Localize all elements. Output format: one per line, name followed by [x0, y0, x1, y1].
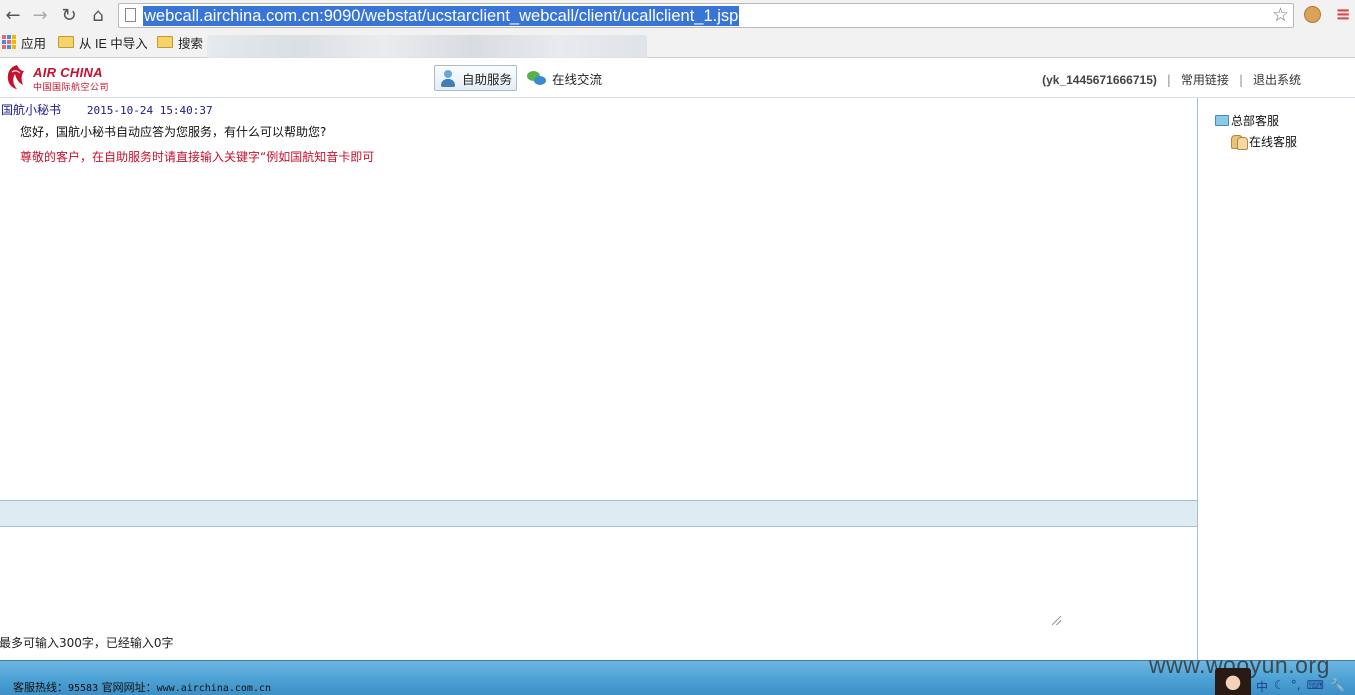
phoenix-logo-icon — [7, 65, 24, 89]
bookmark-ie-import[interactable]: 从 IE 中导入 — [58, 33, 148, 51]
air-china-logo: AIR CHINA 中国国际航空公司 — [3, 63, 109, 93]
logo-text: AIR CHINA — [33, 65, 103, 80]
message-sender: 国航小秘书 — [1, 103, 62, 117]
site-label: 官网网址： — [101, 681, 157, 694]
tab-online-chat[interactable]: 在线交流 — [523, 65, 606, 91]
bookmark-search[interactable]: 搜索 — [157, 33, 203, 51]
bookmarks-bar: 应用 从 IE 中导入 搜索 — [0, 31, 1355, 53]
tree-node-label: 在线客服 — [1249, 135, 1298, 149]
ime-keyboard-icon[interactable]: ⌨ — [1307, 678, 1324, 695]
bookmark-label: 搜索 — [178, 36, 204, 51]
tab-label: 在线交流 — [552, 71, 603, 87]
tab-label: 自助服务 — [462, 71, 513, 87]
logo-subtext: 中国国际航空公司 — [33, 83, 110, 93]
service-tree-panel: 总部客服 在线客服 — [1197, 98, 1355, 660]
site-url[interactable]: www.airchina.com.cn — [157, 683, 271, 694]
url-text[interactable]: webcall.airchina.com.cn:9090/webstat/ucs… — [143, 6, 740, 26]
message-header: 国航小秘书 2015-10-24 15:40:37 — [1, 101, 213, 118]
avatar — [1215, 668, 1251, 695]
ime-tool-icon[interactable]: 🔧 — [1330, 678, 1345, 695]
tree-node-online-service[interactable]: 在线客服 — [1230, 133, 1297, 150]
menu-icon[interactable]: ≡ — [1333, 4, 1353, 25]
message-input[interactable] — [0, 527, 1062, 626]
apps-icon — [2, 35, 16, 49]
reload-icon[interactable]: ↻ — [58, 4, 80, 26]
tree-node-headquarters[interactable]: 总部客服 — [1215, 112, 1279, 129]
ime-moon-icon[interactable]: ☾ — [1274, 678, 1285, 695]
browser-chrome: ← → ↻ ⌂ webcall.airchina.com.cn:9090/web… — [0, 0, 1355, 61]
forward-icon[interactable]: → — [29, 4, 51, 26]
hotline-number: 95583 — [68, 683, 99, 694]
message-body: 您好，国航小秘书自动应答为您服务，有什么可以帮助您? — [20, 125, 327, 139]
message-timestamp: 2015-10-24 15:40:37 — [86, 104, 213, 117]
back-icon[interactable]: ← — [2, 4, 24, 26]
user-id: (yk_1445671666715) — [1042, 72, 1157, 87]
bookmark-label: 从 IE 中导入 — [79, 36, 148, 51]
user-bar: (yk_1445671666715) | 常用链接 | 退出系统 — [1042, 71, 1301, 88]
common-links-link[interactable]: 常用链接 — [1181, 71, 1229, 88]
ime-toolbar: 中 ☾ °, ⌨ 🔧 — [1256, 678, 1345, 695]
bookmark-label: 应用 — [21, 36, 47, 51]
hotline-label: 客服热线： — [13, 681, 68, 694]
address-bar[interactable]: webcall.airchina.com.cn:9090/webstat/ucs… — [118, 3, 1294, 28]
person-icon — [439, 69, 457, 87]
chat-icon — [527, 69, 547, 87]
folder-icon — [1215, 115, 1229, 126]
ime-punct-icon[interactable]: °, — [1291, 678, 1301, 695]
bookmark-apps[interactable]: 应用 — [2, 33, 46, 51]
chat-history: 国航小秘书 2015-10-24 15:40:37 您好，国航小秘书自动应答为您… — [0, 98, 1197, 500]
footer-info: 客服热线：95583 官网网址：www.airchina.com.cn — [13, 679, 271, 695]
toolbar-divider — [0, 500, 1197, 527]
folder-icon — [58, 36, 74, 48]
app-header: AIR CHINA 中国国际航空公司 自助服务 在线交流 (yk_1445671… — [0, 58, 1355, 98]
notice-text: 尊敬的客户，在自助服务时请直接输入关键字“例如国航知音卡即可 — [20, 150, 375, 164]
resize-grip-icon[interactable] — [1052, 616, 1061, 625]
tab-self-service[interactable]: 自助服务 — [434, 65, 518, 91]
users-icon — [1230, 134, 1248, 150]
home-icon[interactable]: ⌂ — [87, 4, 109, 26]
cookie-extension-icon[interactable] — [1302, 4, 1322, 24]
logout-link[interactable]: 退出系统 — [1253, 71, 1301, 88]
ime-chinese-icon[interactable]: 中 — [1256, 678, 1268, 695]
tree-node-label: 总部客服 — [1231, 114, 1280, 128]
bookmark-star-icon[interactable]: ☆ — [1272, 4, 1289, 27]
char-counter: 最多可输入300字，已经输入0字 — [0, 636, 174, 650]
folder-icon — [157, 36, 173, 48]
page-icon — [125, 8, 136, 22]
